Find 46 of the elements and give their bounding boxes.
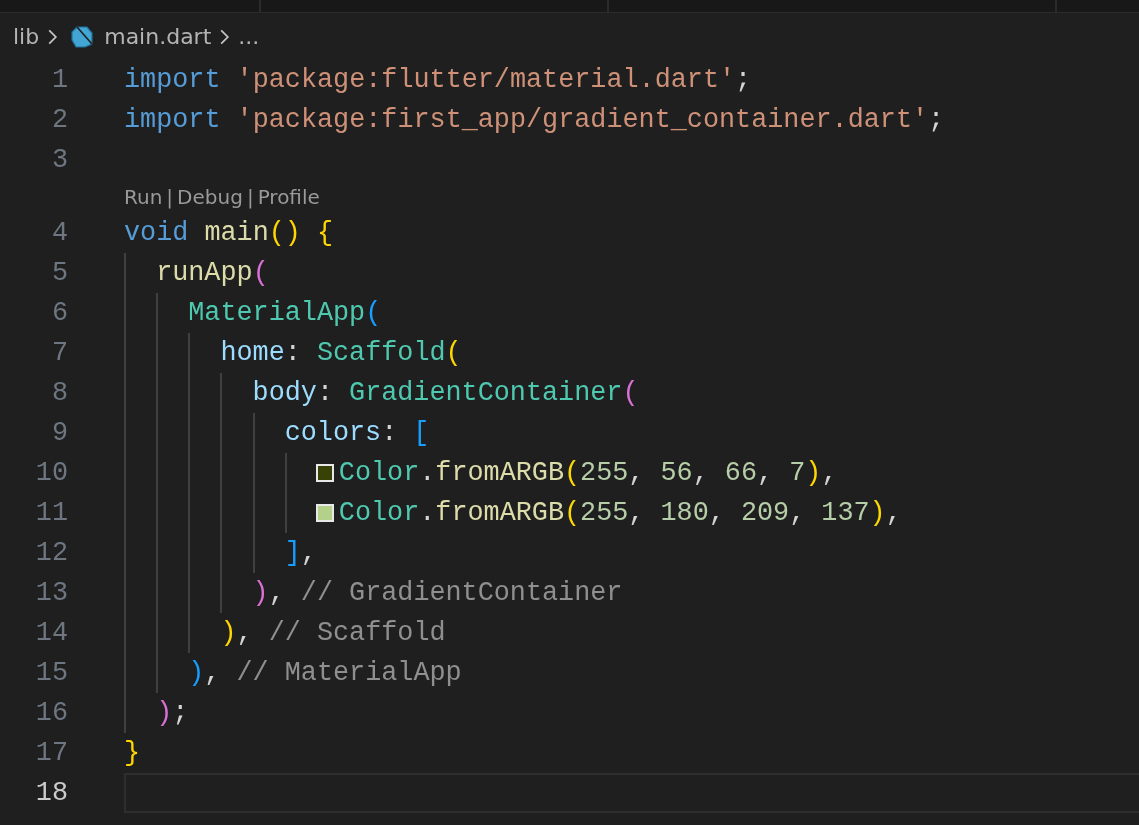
code-line: runApp( [156, 258, 269, 288]
line-number: 5 [50, 258, 68, 288]
line-number: 14 [34, 618, 68, 648]
code-line: Color.fromARGB(255, 56, 66, 7), [338, 458, 838, 488]
code-line: ), // GradientContainer [252, 578, 623, 608]
code-lens-link[interactable]: Run [124, 184, 163, 209]
code-line: ), // Scaffold [220, 618, 446, 648]
code-line: body: GradientContainer( [252, 378, 639, 408]
line-number: 11 [34, 498, 68, 528]
line-number: 4 [50, 218, 68, 248]
line-number: 3 [50, 145, 68, 175]
line-number: 9 [50, 418, 68, 448]
breadcrumb-item[interactable]: main.dart [104, 24, 212, 49]
code-line: ], [284, 538, 317, 568]
color-swatch-icon[interactable] [315, 504, 334, 522]
separator: | [166, 184, 174, 209]
code-line: import 'package:first_app/gradient_container.dart'; [124, 105, 945, 135]
code-line: import 'package:flutter/material.dart'; [124, 65, 752, 95]
breadcrumb-item[interactable]: lib [13, 24, 40, 49]
code-line: } [124, 738, 141, 768]
code-line: ); [156, 698, 189, 728]
line-number: 18 [34, 778, 68, 808]
code-line: colors: [ [284, 418, 430, 448]
code-line: MaterialApp( [188, 298, 382, 328]
line-number: 15 [34, 658, 68, 688]
line-number: 7 [50, 338, 68, 368]
line-number: 13 [34, 578, 68, 608]
line-number: 17 [34, 738, 68, 768]
chevron-icon [219, 27, 231, 46]
line-number: 10 [34, 458, 68, 488]
breadcrumb-item[interactable]: ... [238, 24, 260, 49]
separator: | [246, 184, 254, 209]
code-lens-link[interactable]: Debug [177, 184, 243, 209]
line-number: 2 [50, 105, 68, 135]
code-lens-link[interactable]: Profile [257, 184, 320, 209]
line-number: 16 [34, 698, 68, 728]
code-line: ), // MaterialApp [188, 658, 462, 688]
code-line: home: Scaffold( [220, 338, 462, 368]
line-number: 8 [50, 378, 68, 408]
line-number: 1 [50, 65, 68, 95]
color-swatch-icon[interactable] [315, 464, 334, 482]
line-number: 12 [34, 538, 68, 568]
line-number: 6 [50, 298, 68, 328]
chevron-icon [47, 27, 59, 46]
code-line: Color.fromARGB(255, 180, 209, 137), [338, 498, 902, 528]
code-line: void main() { [124, 218, 334, 248]
